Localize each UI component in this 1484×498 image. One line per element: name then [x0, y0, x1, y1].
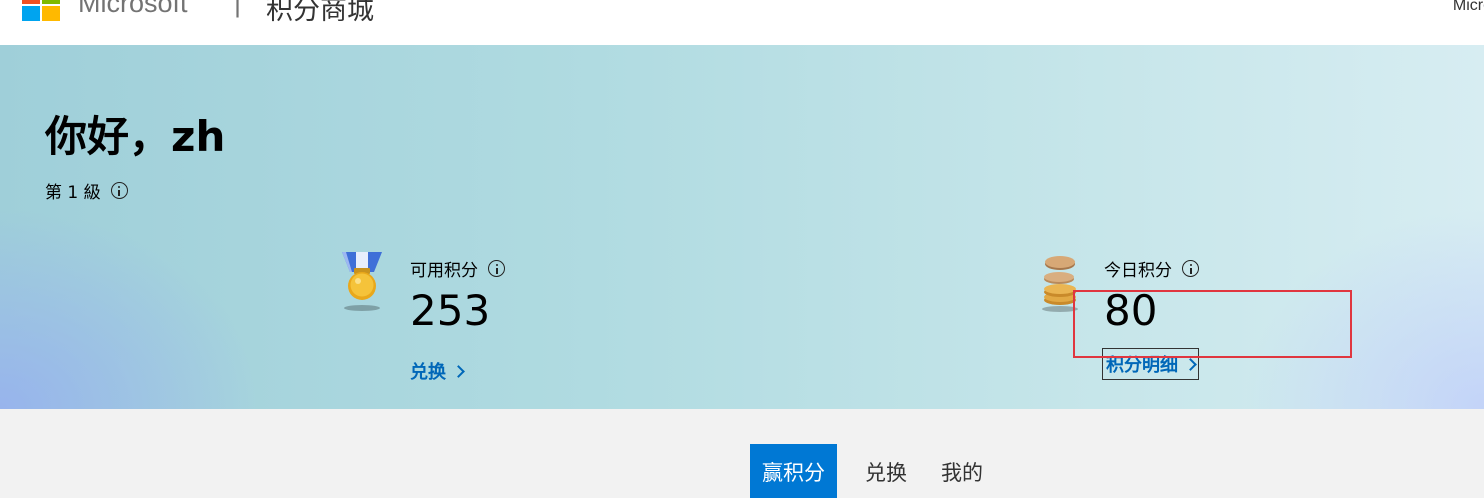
available-points-label: 可用积分	[410, 261, 478, 281]
tab-earn-points[interactable]: 赢积分	[750, 444, 837, 498]
header-separator: |	[234, 0, 242, 18]
points-detail-link[interactable]: 积分明细	[1102, 348, 1199, 380]
redeem-link[interactable]: 兑换	[410, 358, 465, 384]
today-points-value: 80	[1104, 286, 1158, 335]
points-detail-link-label: 积分明细	[1106, 355, 1178, 376]
today-points-label-row: 今日积分	[1104, 256, 1199, 281]
coins-icon	[1036, 252, 1084, 314]
microsoft-logo-icon[interactable]	[22, 0, 60, 21]
available-points-value: 253	[410, 286, 491, 335]
member-level: 第 1 級	[45, 178, 128, 203]
points-hero: 你好，zh 第 1 級 可用积分 253 兑换 今日积分 80 积分明细	[0, 45, 1484, 409]
chevron-right-icon	[1184, 357, 1197, 371]
tab-redeem[interactable]: 兑换	[853, 444, 919, 498]
brand-name[interactable]: Microsoft	[78, 0, 188, 19]
main-tabs: 赢积分 兑换 我的	[750, 444, 995, 498]
account-menu[interactable]: Micro	[1453, 0, 1484, 15]
greeting: 你好，zh	[45, 112, 226, 161]
chevron-right-icon	[452, 364, 465, 378]
today-points-info-icon[interactable]	[1182, 260, 1199, 277]
site-title[interactable]: 积分商城	[266, 0, 374, 27]
medal-icon	[338, 250, 386, 312]
level-label: 第 1 級	[45, 183, 101, 203]
available-points-label-row: 可用积分	[410, 256, 505, 281]
level-info-icon[interactable]	[110, 182, 128, 199]
tab-mine[interactable]: 我的	[929, 444, 995, 498]
top-header: Microsoft | 积分商城 Micro	[0, 0, 1484, 45]
redeem-link-label: 兑换	[410, 362, 446, 383]
available-points-info-icon[interactable]	[488, 260, 505, 277]
today-points-label: 今日积分	[1104, 261, 1172, 281]
